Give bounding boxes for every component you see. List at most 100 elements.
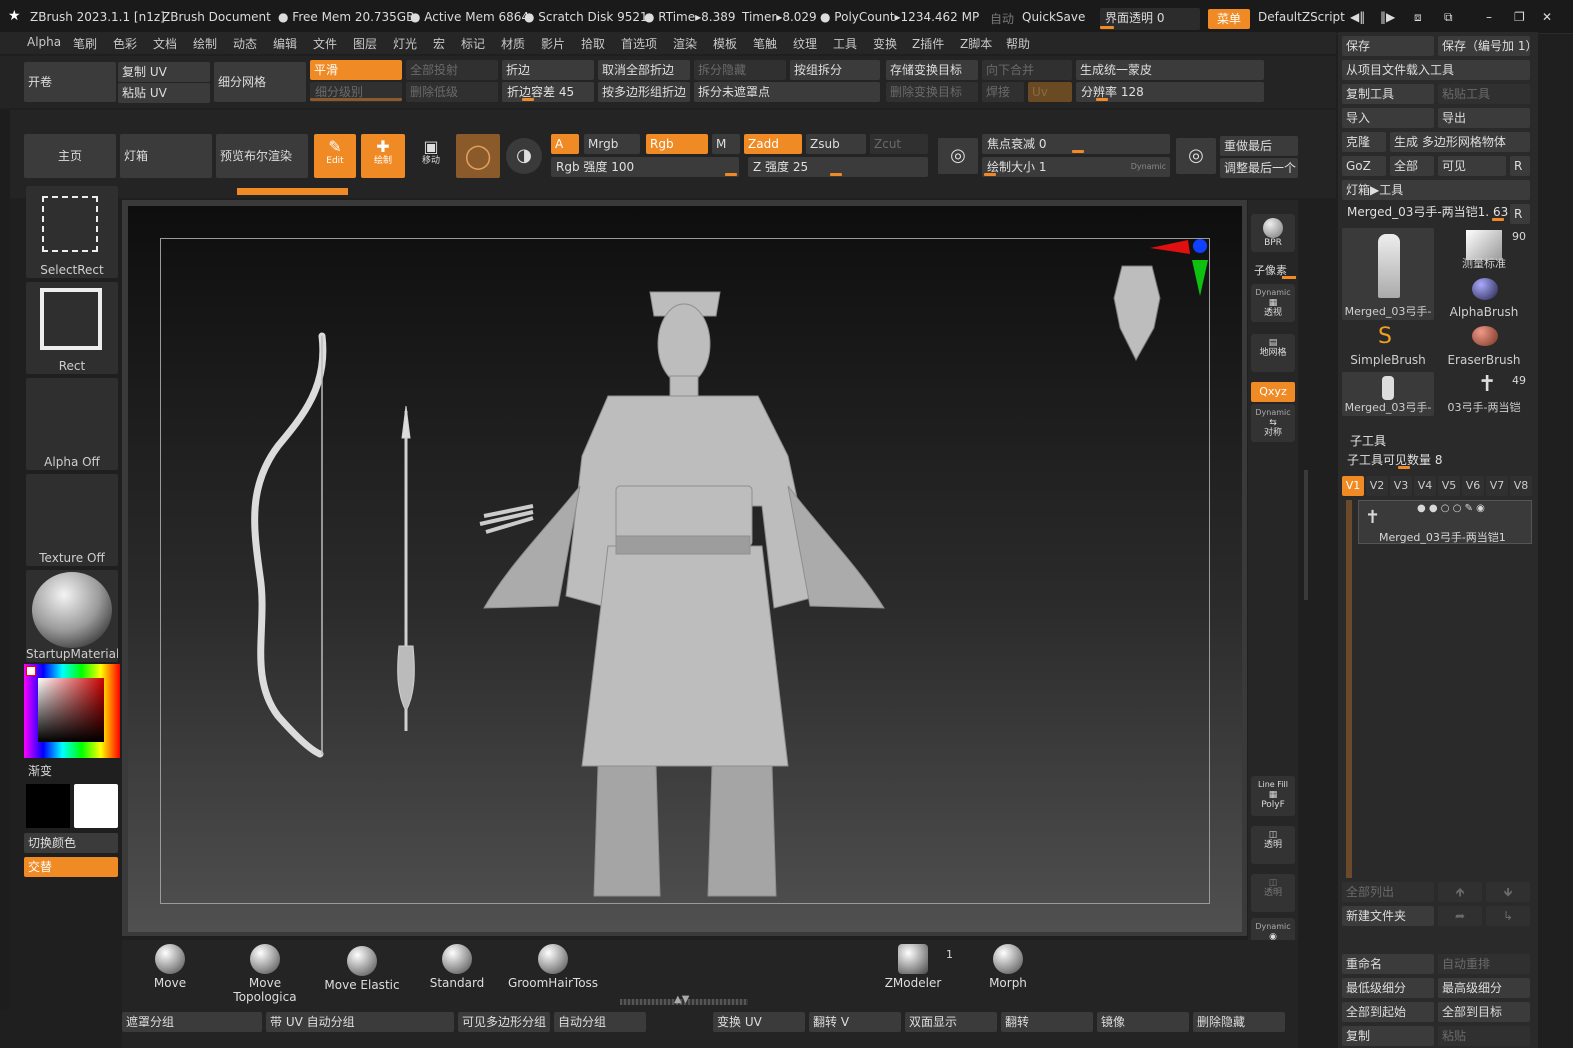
quicksave-button[interactable]: QuickSave — [1022, 10, 1085, 24]
version-tab-v7[interactable]: V7 — [1486, 476, 1508, 496]
flip-button[interactable]: 翻转 — [1001, 1012, 1093, 1032]
version-tab-v2[interactable]: V2 — [1366, 476, 1388, 496]
version-tab-v5[interactable]: V5 — [1438, 476, 1460, 496]
mirror-button[interactable]: 镜像 — [1097, 1012, 1189, 1032]
load-from-project-button[interactable]: 从项目文件载入工具 — [1342, 60, 1530, 80]
menu-item-draw[interactable]: 绘制 — [193, 35, 217, 52]
menu-item-color[interactable]: 色彩 — [113, 35, 137, 52]
transparency-button[interactable]: ◫ 透明 — [1251, 826, 1295, 864]
menu-item-picker[interactable]: 拾取 — [581, 35, 605, 52]
split-unmasked-button[interactable]: 拆分未遮罩点 — [694, 82, 880, 102]
ghost-button[interactable]: ◫ 透明 — [1251, 874, 1295, 912]
lowest-res-button[interactable]: 最低级细分 — [1342, 978, 1434, 998]
layout-next-icon[interactable]: ‖▶ — [1380, 10, 1395, 24]
subtool-scrollbar[interactable] — [1346, 500, 1352, 878]
delete-hidden-button[interactable]: 删除隐藏 — [1193, 1012, 1285, 1032]
double-sided-button[interactable]: 双面显示 — [905, 1012, 997, 1032]
menu-item-render[interactable]: 渲染 — [673, 35, 697, 52]
highest-res-button[interactable]: 最高级细分 — [1438, 978, 1530, 998]
menu-item-document[interactable]: 文档 — [153, 35, 177, 52]
subtool-title[interactable]: 子工具 — [1350, 432, 1386, 449]
alpha-tile[interactable]: Alpha Off — [26, 378, 118, 470]
home-button[interactable]: 主页 — [24, 134, 116, 178]
ui-opacity-slider[interactable]: 界面透明 0 — [1100, 8, 1200, 30]
mask-groups-button[interactable]: 遮罩分组 — [122, 1012, 262, 1032]
z-intensity-slider[interactable]: Z 强度 25 — [748, 157, 928, 177]
document-canvas[interactable] — [128, 206, 1242, 932]
goz-visible-button[interactable]: 可见 — [1438, 156, 1506, 176]
menu-item-marker[interactable]: 标记 — [461, 35, 485, 52]
menu-item-zscript[interactable]: Z脚本 — [960, 35, 992, 52]
gradient-label[interactable]: 渐变 — [28, 762, 52, 779]
crease-tolerance-slider[interactable]: 折边容差 45 — [502, 82, 594, 102]
redo-last-button[interactable]: 重做最后 — [1220, 136, 1298, 156]
edit-mode-button[interactable]: ✎ Edit — [314, 134, 356, 178]
version-tab-v1[interactable]: V1 — [1342, 476, 1364, 496]
menu-item-movie2[interactable]: 影片 — [541, 35, 565, 52]
layout-prev-icon[interactable]: ◀‖ — [1350, 10, 1365, 24]
color-square[interactable] — [38, 678, 104, 742]
current-tool-slider[interactable]: Merged_03弓手-两当铠1. 63 — [1342, 202, 1508, 222]
focal-shift-slider[interactable]: 焦点衰减 0 — [982, 134, 1170, 154]
menu-item-stencil[interactable]: 模板 — [713, 35, 737, 52]
texture-sphere-icon[interactable]: ◑ — [506, 138, 542, 174]
paste-tool-button[interactable]: 粘贴工具 — [1438, 84, 1530, 104]
menu-item-zplugin[interactable]: Z插件 — [912, 35, 944, 52]
menu-item-edit[interactable]: 编辑 — [273, 35, 297, 52]
menu-item-light[interactable]: 灯光 — [393, 35, 417, 52]
weld-button[interactable]: 焊接 — [982, 82, 1024, 102]
menu-item-alpha[interactable]: Alpha — [27, 35, 61, 49]
paste-uv-button[interactable]: 粘贴 UV — [118, 83, 210, 103]
current-tool-r-button[interactable]: R — [1510, 204, 1530, 224]
arrow-right-icon[interactable]: ➦ — [1438, 906, 1482, 926]
copy-tool-button[interactable]: 复制工具 — [1342, 84, 1434, 104]
delete-lower-button[interactable]: 删除低级 — [406, 82, 498, 102]
menu-item-transform[interactable]: 变换 — [873, 35, 897, 52]
open-button[interactable]: 开卷 — [24, 62, 116, 102]
brush-move-topological[interactable]: Move Topologica — [216, 944, 314, 1004]
menu-item-movie[interactable]: 动态 — [233, 35, 257, 52]
alternate-button[interactable]: 交替 — [24, 857, 118, 877]
menu-item-preferences[interactable]: 首选项 — [621, 35, 657, 52]
subtool-toggles-icon[interactable]: ● ● ○ ○ ✎ ◉ — [1417, 503, 1485, 514]
clone-button[interactable]: 克隆 — [1342, 132, 1386, 152]
store-morph-button[interactable]: 存储变换目标 — [886, 60, 978, 80]
visible-polygroups-button[interactable]: 可见多边形分组 — [458, 1012, 550, 1032]
tool-thumb-simplebrush[interactable]: S SimpleBrush — [1342, 324, 1434, 368]
menu-item-layer[interactable]: 图层 — [353, 35, 377, 52]
auto-groups-button[interactable]: 自动分组 — [554, 1012, 646, 1032]
tool-thumb-merged-2[interactable]: Merged_03弓手- — [1342, 372, 1434, 416]
menu-item-file[interactable]: 文件 — [313, 35, 337, 52]
stroke-tile[interactable]: Rect — [26, 282, 118, 374]
rename-button[interactable]: 重命名 — [1342, 954, 1434, 974]
save-as-button[interactable]: 保存（编号加 1） — [1438, 36, 1530, 56]
adjust-last-button[interactable]: 调整最后一个 — [1220, 158, 1298, 178]
auto-group-uv-button[interactable]: 带 UV 自动分组 — [266, 1012, 454, 1032]
floor-grid-button[interactable]: ▤ 地网格 — [1251, 334, 1295, 372]
zadd-toggle[interactable]: Zadd — [744, 134, 802, 154]
brush-standard[interactable]: Standard — [424, 944, 490, 990]
material-tile[interactable]: StartupMaterial — [26, 570, 118, 662]
copy-subtool-button[interactable]: 复制 — [1342, 1026, 1434, 1046]
menu-item-texture[interactable]: 纹理 — [793, 35, 817, 52]
version-tab-v3[interactable]: V3 — [1390, 476, 1412, 496]
crease-button[interactable]: 折边 — [502, 60, 594, 80]
polyframe-button[interactable]: Line Fill ▦ PolyF — [1251, 776, 1295, 816]
perspective-button[interactable]: Dynamic ▦ 透视 — [1251, 284, 1295, 322]
brush-move[interactable]: Move — [140, 944, 200, 990]
secondary-color-swatch[interactable] — [74, 784, 118, 828]
version-tab-v6[interactable]: V6 — [1462, 476, 1484, 496]
main-color-swatch[interactable] — [26, 784, 70, 828]
morph-uv-button[interactable]: 变换 UV — [713, 1012, 805, 1032]
m-toggle[interactable]: M — [712, 134, 740, 154]
window-tile-icon[interactable]: ⧈ — [1414, 10, 1422, 25]
model-viewport[interactable] — [128, 206, 1242, 932]
collapse-arrows-icon[interactable]: ▲▼ — [674, 994, 689, 1005]
zsub-toggle[interactable]: Zsub — [806, 134, 866, 154]
tool-thumb-merged[interactable]: Merged_03弓手- — [1342, 228, 1434, 320]
menu-item-brush[interactable]: 笔刷 — [73, 35, 97, 52]
subdivide-button[interactable]: 细分网格 — [214, 62, 306, 102]
draw-mode-button[interactable]: ✚ 绘制 — [361, 134, 405, 178]
window-layout-icon[interactable]: ⧉ — [1444, 10, 1453, 25]
zcut-toggle[interactable]: Zcut — [870, 134, 928, 154]
